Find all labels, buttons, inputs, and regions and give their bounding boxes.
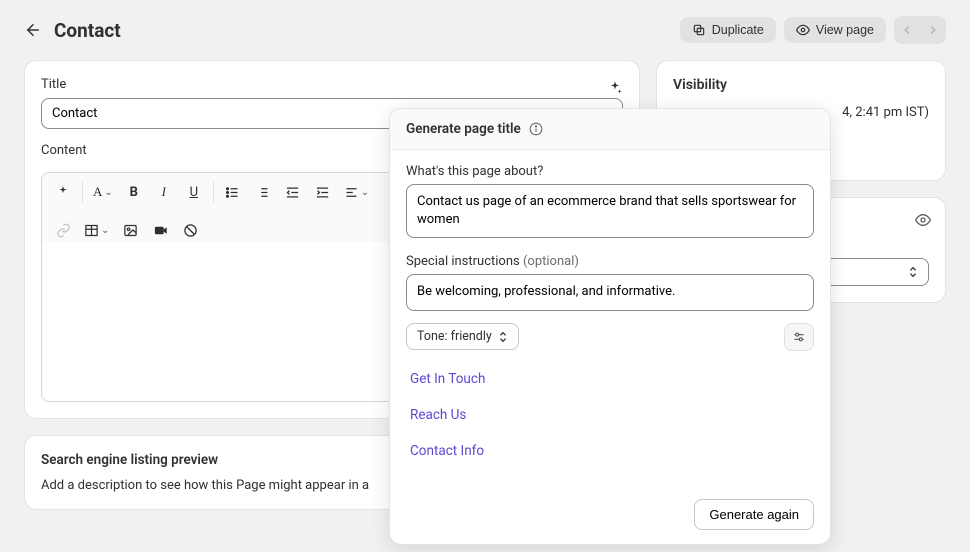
toolbar-clear-button[interactable] (177, 217, 203, 243)
ai-settings-button[interactable] (784, 323, 814, 351)
align-icon (344, 185, 359, 200)
page-title: Contact (54, 19, 668, 42)
generate-again-button[interactable]: Generate again (694, 499, 814, 530)
suggestion-item[interactable]: Contact Info (406, 433, 814, 469)
numbered-list-icon (255, 185, 270, 200)
next-button[interactable] (920, 16, 946, 44)
sparkle-icon (607, 80, 623, 96)
ai-sparkle-button[interactable] (607, 80, 623, 96)
indent-icon (315, 185, 330, 200)
info-icon[interactable] (529, 122, 543, 136)
toolbar-video-button[interactable] (147, 217, 173, 243)
chevron-left-icon (900, 23, 914, 37)
toolbar-indent-button[interactable] (310, 179, 336, 205)
suggestion-item[interactable]: Reach Us (406, 397, 814, 433)
about-input[interactable] (406, 184, 814, 238)
special-label: Special instructions (optional) (406, 254, 814, 269)
toolbar-outdent-button[interactable] (280, 179, 306, 205)
chevron-updown-icon (498, 331, 508, 343)
back-button[interactable] (24, 21, 42, 39)
toolbar-link-button[interactable] (50, 217, 76, 243)
bullet-list-icon (225, 185, 240, 200)
toolbar-bullet-list-button[interactable] (220, 179, 246, 205)
sparkle-icon (56, 185, 70, 199)
sliders-icon (792, 330, 806, 344)
popover-heading: Generate page title (406, 121, 521, 137)
chevron-right-icon (926, 23, 940, 37)
view-page-button[interactable]: View page (784, 17, 886, 43)
toolbar-italic-button[interactable]: I (151, 179, 177, 205)
clear-icon (183, 223, 198, 238)
toolbar-table-button[interactable]: ⌄ (80, 217, 113, 243)
link-icon (56, 223, 71, 238)
table-icon (84, 223, 99, 238)
toolbar-paragraph-button[interactable]: A ⌄ (89, 179, 117, 205)
toolbar-ai-button[interactable] (50, 179, 76, 205)
prev-button[interactable] (894, 16, 920, 44)
duplicate-button[interactable]: Duplicate (680, 17, 776, 43)
chevron-updown-icon (908, 266, 918, 278)
suggestion-item[interactable]: Get In Touch (406, 361, 814, 397)
video-icon (153, 223, 168, 238)
tone-selector[interactable]: Tone: friendly (406, 323, 519, 350)
visibility-heading: Visibility (673, 77, 929, 93)
toolbar-align-button[interactable]: ⌄ (340, 179, 373, 205)
about-label: What's this page about? (406, 164, 814, 179)
toolbar-numbered-list-button[interactable] (250, 179, 276, 205)
toolbar-bold-button[interactable]: B (121, 179, 147, 205)
outdent-icon (285, 185, 300, 200)
duplicate-icon (692, 23, 706, 37)
preview-icon[interactable] (915, 212, 931, 228)
toolbar-underline-button[interactable]: U (181, 179, 207, 205)
image-icon (123, 223, 138, 238)
toolbar-image-button[interactable] (117, 217, 143, 243)
special-input[interactable] (406, 274, 814, 310)
title-label: Title (41, 77, 66, 92)
eye-icon (796, 23, 810, 37)
ai-title-popover: Generate page title What's this page abo… (389, 108, 831, 545)
